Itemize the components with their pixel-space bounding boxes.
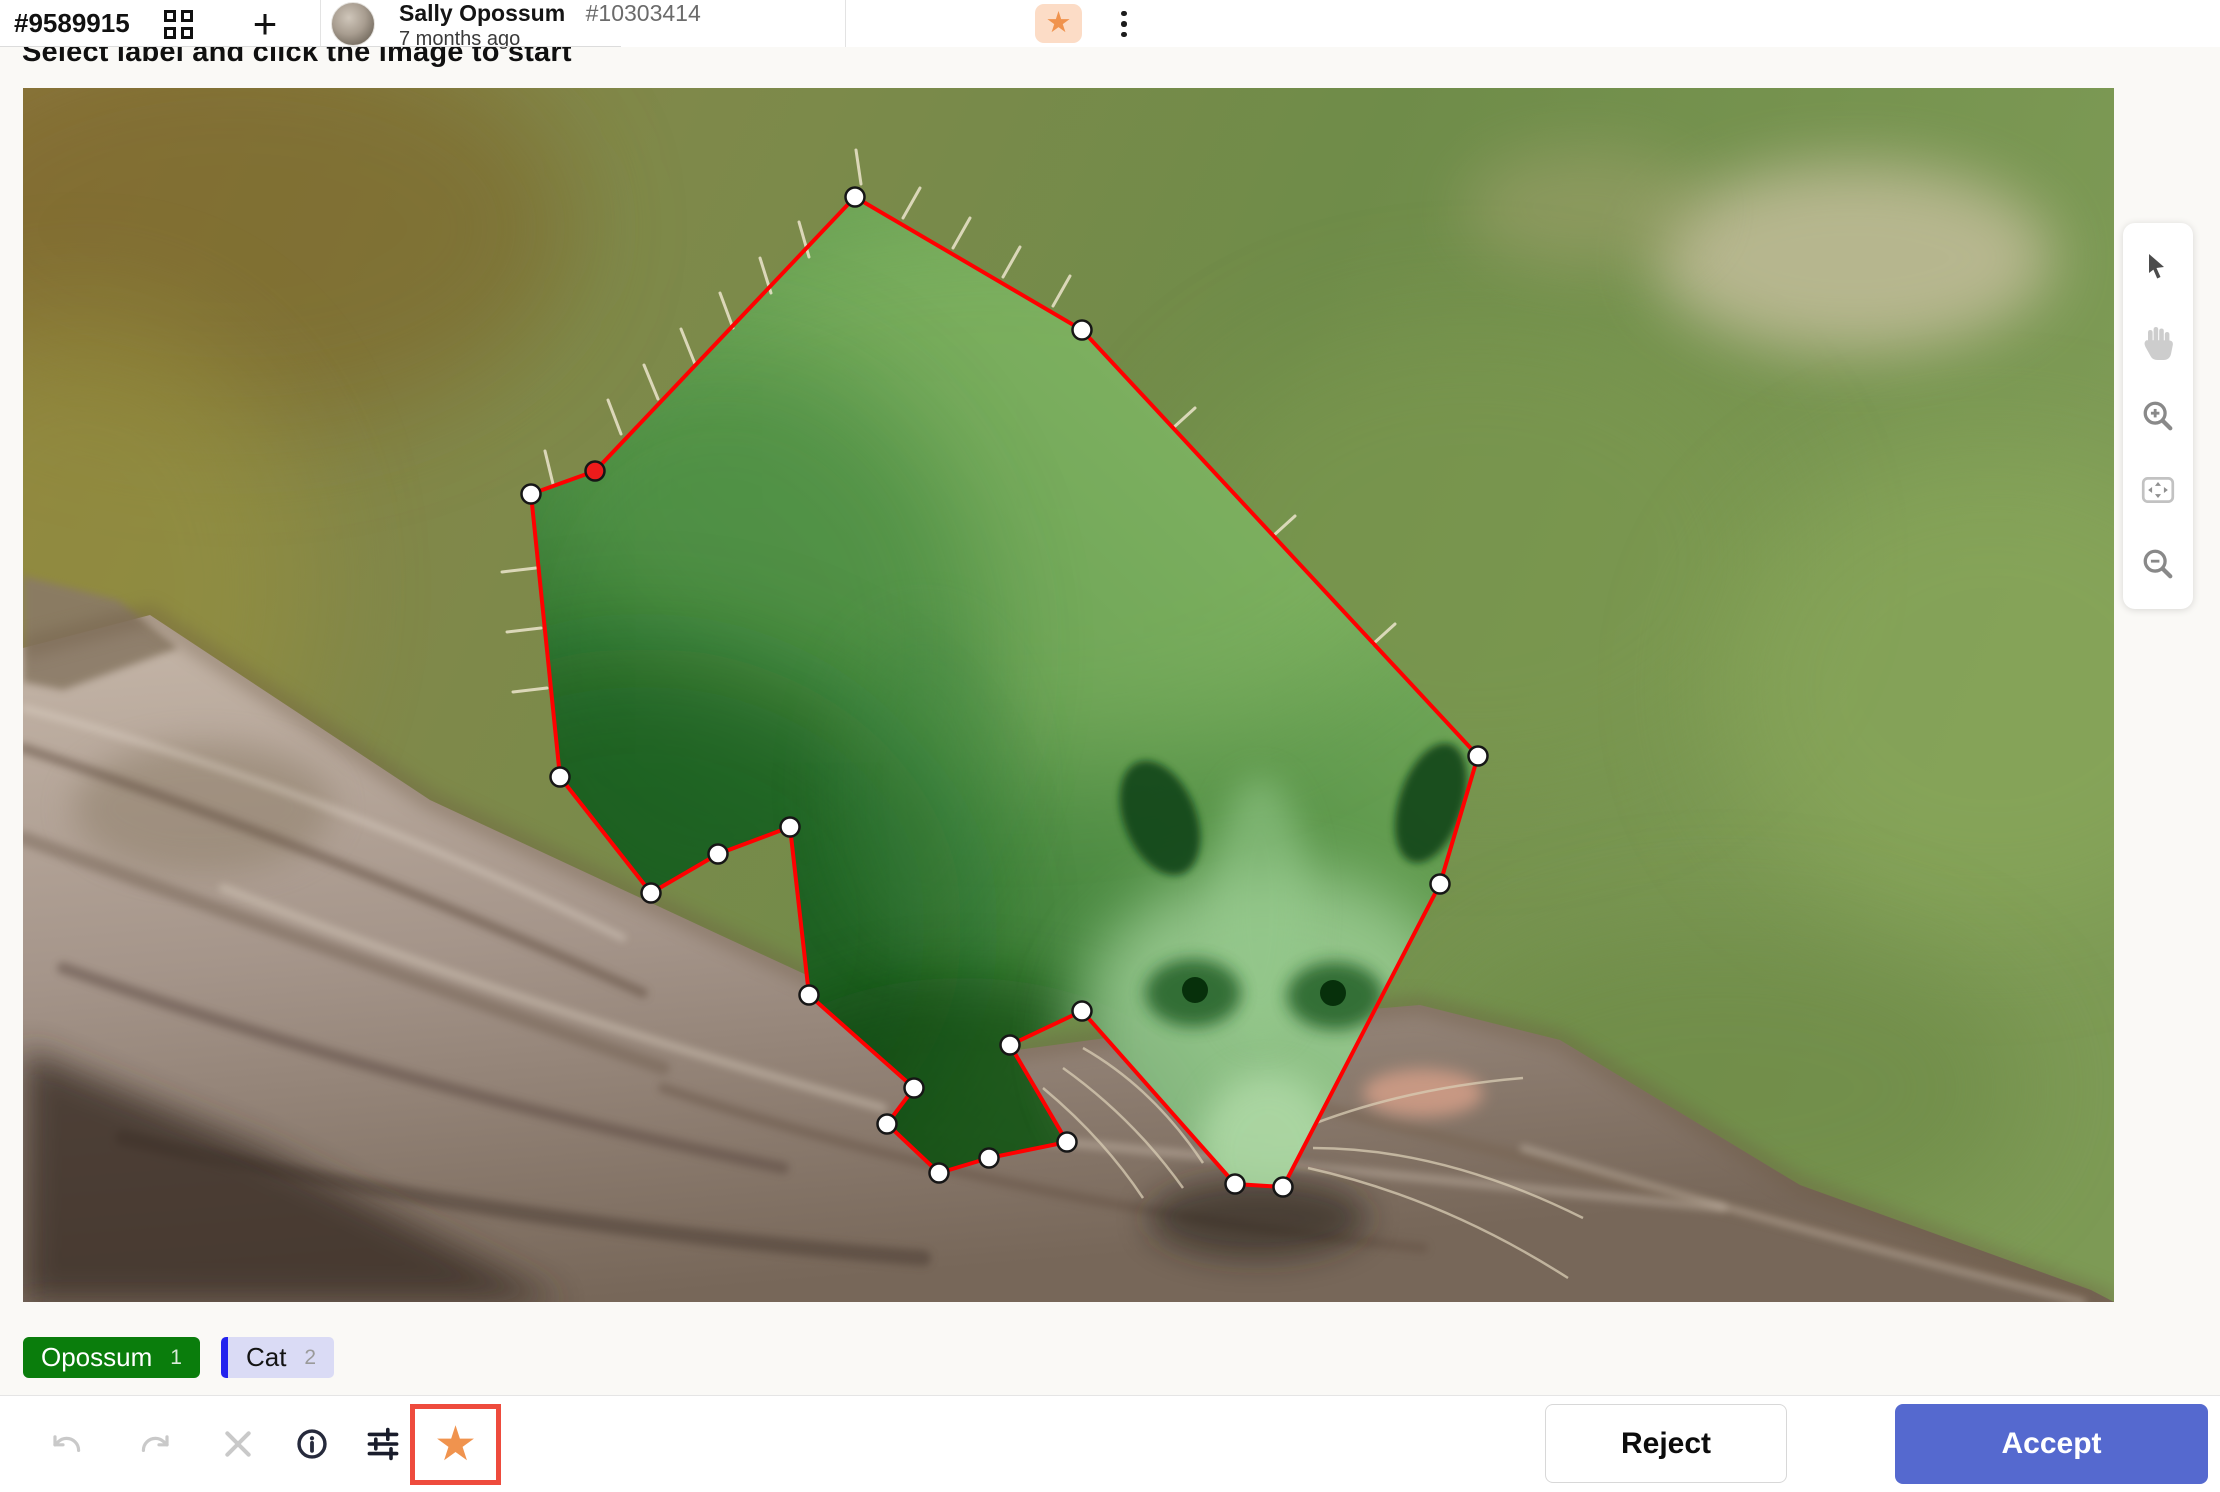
ground-truth-star-icon: ★ <box>434 1421 477 1469</box>
hand-icon <box>2141 324 2175 360</box>
polygon-vertex[interactable] <box>1274 1178 1293 1197</box>
polygon-vertex[interactable] <box>709 845 728 864</box>
polygon-vertex[interactable] <box>781 818 800 837</box>
redo-icon <box>139 1424 171 1464</box>
redo-button[interactable] <box>133 1422 177 1466</box>
label-cat[interactable]: Cat 2 <box>221 1337 334 1378</box>
fit-screen-button[interactable] <box>2135 467 2181 513</box>
polygon-vertex[interactable] <box>551 768 570 787</box>
ground-truth-highlight-box[interactable]: ★ <box>410 1404 501 1485</box>
annotation-menu-button[interactable] <box>1107 6 1141 42</box>
polygon-vertex[interactable] <box>878 1115 897 1134</box>
polygon-vertex[interactable] <box>905 1079 924 1098</box>
label-text: Cat <box>246 1342 286 1373</box>
annotation-svg[interactable] <box>23 88 2114 1302</box>
polygon-vertex-selected[interactable] <box>586 462 605 481</box>
settings-button[interactable] <box>361 1422 405 1466</box>
zoom-out-button[interactable] <box>2135 541 2181 587</box>
info-icon <box>296 1423 328 1465</box>
opossum-left-eye <box>1182 977 1208 1003</box>
delete-region-button[interactable] <box>216 1422 260 1466</box>
annotation-id: #10303414 <box>586 0 701 26</box>
fit-screen-icon <box>2141 473 2175 507</box>
task-id: #9589915 <box>14 0 130 47</box>
polygon-vertex[interactable] <box>1058 1133 1077 1152</box>
cursor-icon <box>2143 252 2173 284</box>
pan-tool-button[interactable] <box>2135 319 2181 365</box>
polygon-vertex[interactable] <box>1431 875 1450 894</box>
polygon-vertex[interactable] <box>1001 1036 1020 1055</box>
polygon-vertex[interactable] <box>980 1149 999 1168</box>
opossum-right-eye <box>1320 980 1346 1006</box>
info-button[interactable] <box>290 1422 334 1466</box>
label-hotkey: 1 <box>170 1346 182 1370</box>
grid-icon <box>164 10 193 39</box>
annotator-avatar <box>331 2 375 46</box>
top-bar: #9589915 + Sally Opossum #10303414 7 mon… <box>0 0 2220 47</box>
topbar-border <box>0 46 621 47</box>
polygon-vertex[interactable] <box>522 485 541 504</box>
annotator-name: Sally Opossum <box>399 0 565 26</box>
polygon-vertex[interactable] <box>1226 1175 1245 1194</box>
star-icon: ★ <box>1046 9 1072 38</box>
polygon-vertex[interactable] <box>1073 1002 1092 1021</box>
label-hotkey: 2 <box>304 1346 316 1370</box>
kebab-menu-icon <box>1121 11 1127 17</box>
zoom-out-icon <box>2141 546 2175 582</box>
polygon-vertex[interactable] <box>800 986 819 1005</box>
polygon-vertex[interactable] <box>1469 747 1488 766</box>
annotation-time: 7 months ago <box>399 28 701 51</box>
reject-button[interactable]: Reject <box>1545 1404 1787 1483</box>
undo-icon <box>51 1424 83 1464</box>
labels-row: Opossum 1 Cat 2 <box>23 1337 334 1378</box>
annotator-star-tile[interactable]: ★ <box>1035 4 1082 43</box>
polygon-vertex[interactable] <box>930 1164 949 1183</box>
label-opossum[interactable]: Opossum 1 <box>23 1337 200 1378</box>
undo-button[interactable] <box>45 1422 89 1466</box>
zoom-in-button[interactable] <box>2135 393 2181 439</box>
zoom-in-icon <box>2141 398 2175 434</box>
bottom-bar: ★ Reject Accept <box>0 1395 2220 1492</box>
close-icon <box>222 1426 254 1462</box>
polygon-vertex[interactable] <box>1073 321 1092 340</box>
labeling-app: Select label and click the image to star… <box>0 0 2220 1492</box>
polygon-vertex[interactable] <box>642 884 661 903</box>
image-canvas[interactable] <box>23 88 2114 1302</box>
zoom-toolbar <box>2123 223 2193 609</box>
label-text: Opossum <box>41 1342 152 1373</box>
grid-view-button[interactable] <box>157 6 199 42</box>
move-tool-button[interactable] <box>2135 245 2181 291</box>
sliders-icon <box>367 1424 399 1464</box>
polygon-vertex[interactable] <box>846 188 865 207</box>
plus-icon: + <box>253 0 278 48</box>
annotation-tab[interactable]: Sally Opossum #10303414 7 months ago ★ <box>321 0 846 47</box>
accept-button[interactable]: Accept <box>1895 1404 2208 1484</box>
add-annotation-button[interactable]: + <box>243 0 287 47</box>
